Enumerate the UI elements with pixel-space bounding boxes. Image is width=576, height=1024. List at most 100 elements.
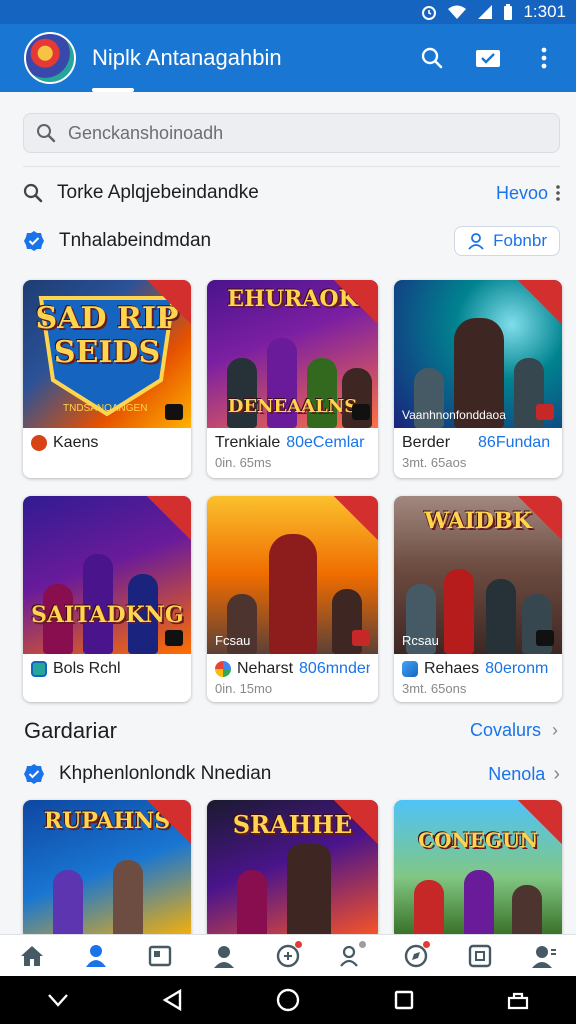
- art-caption: Fcsau: [215, 633, 251, 648]
- library-icon: [148, 945, 172, 967]
- ribbon: [334, 280, 378, 324]
- account-icon: [532, 946, 556, 968]
- search-button[interactable]: [408, 34, 456, 82]
- badge: [352, 630, 370, 646]
- clock-text: 1:301: [523, 2, 566, 21]
- ribbon: [147, 496, 191, 540]
- search-icon: [23, 183, 43, 203]
- list-row-2[interactable]: Tnhalabeindmdan Fobnbr: [23, 223, 560, 259]
- game-card[interactable]: SAITADKNG Bols Rchl: [23, 496, 191, 702]
- store-icon: [468, 944, 492, 968]
- home-circle-icon[interactable]: [276, 988, 300, 1012]
- divider: [23, 166, 560, 167]
- game-icon: [402, 661, 418, 677]
- list-row-1[interactable]: Torke Aplqjebeindandke Hevoo: [23, 175, 560, 211]
- badge: [352, 404, 370, 420]
- card-title: Rehaes: [424, 660, 480, 677]
- back-icon[interactable]: [162, 989, 182, 1011]
- home-icon: [21, 946, 43, 966]
- search-icon: [421, 47, 443, 69]
- game-card[interactable]: WAIDBK Rcsau Rehaes 80eronm 3mt. 65ons: [394, 496, 562, 702]
- ribbon: [518, 800, 562, 844]
- follow-chip[interactable]: Fobnbr: [454, 226, 560, 256]
- search-bar[interactable]: [23, 113, 560, 153]
- avatar[interactable]: [24, 32, 76, 84]
- art-caption: Vaanhnonfonddaoa: [402, 408, 506, 422]
- card-price: 80eCemlar: [286, 434, 365, 451]
- nav-games[interactable]: [268, 941, 308, 971]
- system-nav-bar: [0, 976, 576, 1024]
- nav-store[interactable]: [460, 941, 500, 971]
- row-action-link[interactable]: Nenola: [488, 764, 545, 785]
- game-card[interactable]: SRAHHE: [207, 800, 378, 940]
- nav-home[interactable]: [12, 941, 52, 971]
- search-input[interactable]: [68, 122, 508, 144]
- ribbon: [518, 496, 562, 540]
- overflow-menu-button[interactable]: [520, 34, 568, 82]
- ribbon: [147, 800, 191, 844]
- game-card[interactable]: Fcsau Neharst 806mnden 0in. 15mo: [207, 496, 378, 702]
- game-card[interactable]: RUPAHNS: [23, 800, 191, 940]
- chevron-down-icon[interactable]: [47, 993, 69, 1007]
- more-vert-icon: [541, 47, 547, 69]
- game-card[interactable]: SAD RIP SEIDS TNDSANOANGEN Kaens: [23, 280, 191, 478]
- battery-icon: [503, 4, 513, 20]
- verified-badge-icon: [24, 764, 44, 784]
- game-art: WAIDBK Rcsau: [394, 496, 562, 654]
- section-link-label: Covalurs: [469, 720, 541, 740]
- nav-library[interactable]: [140, 941, 180, 971]
- game-card[interactable]: Vaanhnonfonddaoa Berder 86Fundan 3mt. 65a…: [394, 280, 562, 478]
- game-art: SAD RIP SEIDS TNDSANOANGEN: [23, 280, 191, 428]
- art-caption: TNDSANOANGEN: [63, 403, 148, 414]
- badge: [165, 630, 183, 646]
- badge: [165, 404, 183, 420]
- search-icon: [37, 124, 56, 143]
- nav-account[interactable]: [524, 941, 564, 971]
- row-label: Khphenlonlondk Nnedian: [59, 763, 272, 784]
- keyboard-hide-icon[interactable]: [507, 990, 529, 1010]
- notification-dot: [295, 941, 302, 948]
- nav-social[interactable]: [76, 941, 116, 971]
- app-bar: Niplk Antanagahbin: [0, 24, 576, 92]
- chip-label: Fobnbr: [493, 231, 547, 250]
- badge: [536, 630, 554, 646]
- alarm-icon: [421, 4, 437, 20]
- game-icon: [31, 661, 47, 677]
- game-art: SAITADKNG: [23, 496, 191, 654]
- notification-dot: [359, 941, 366, 948]
- signal-icon: [477, 4, 493, 20]
- card-title: Trenkiale: [215, 434, 281, 451]
- game-art: CONEGUN: [394, 800, 562, 940]
- chevron-right-icon: ›: [553, 762, 560, 785]
- row-label: Tnhalabeindmdan: [59, 230, 212, 251]
- bottom-nav: [0, 934, 576, 976]
- card-price: 80eronm: [485, 660, 549, 677]
- card-price: 86Fundan: [478, 434, 551, 451]
- nav-friends[interactable]: [332, 941, 372, 971]
- row-action-link[interactable]: Hevoo: [496, 183, 548, 204]
- card-title: Kaens: [53, 434, 99, 451]
- person-icon: [468, 233, 484, 250]
- game-card[interactable]: EHURAOK DENEAALNS Trenkiale 80eCemlar 0in…: [207, 280, 378, 478]
- card-subtitle: 3mt. 65ons: [402, 681, 467, 696]
- game-card[interactable]: CONEGUN: [394, 800, 562, 940]
- list-row-3[interactable]: Khphenlonlondk Nnedian Nenola ›: [23, 756, 560, 792]
- section-see-all-link[interactable]: Covalurs ›: [470, 720, 558, 741]
- nav-explore[interactable]: [396, 941, 436, 971]
- wifi-icon: [447, 4, 467, 20]
- social-icon: [86, 945, 106, 967]
- more-vert-icon[interactable]: [556, 185, 560, 201]
- section-title: Gardariar: [24, 718, 117, 743]
- recents-icon[interactable]: [394, 990, 414, 1010]
- ribbon: [147, 280, 191, 324]
- game-art: EHURAOK DENEAALNS: [207, 280, 378, 428]
- ribbon: [518, 280, 562, 324]
- nav-profile[interactable]: [204, 941, 244, 971]
- card-subtitle: 3mt. 65aos: [402, 455, 467, 470]
- card-price: 806mnden: [299, 660, 370, 677]
- badge: [536, 404, 554, 420]
- game-art: SRAHHE: [207, 800, 378, 940]
- inbox-button[interactable]: [464, 34, 512, 82]
- game-art: RUPAHNS: [23, 800, 191, 940]
- card-title: Bols Rchl: [53, 660, 121, 677]
